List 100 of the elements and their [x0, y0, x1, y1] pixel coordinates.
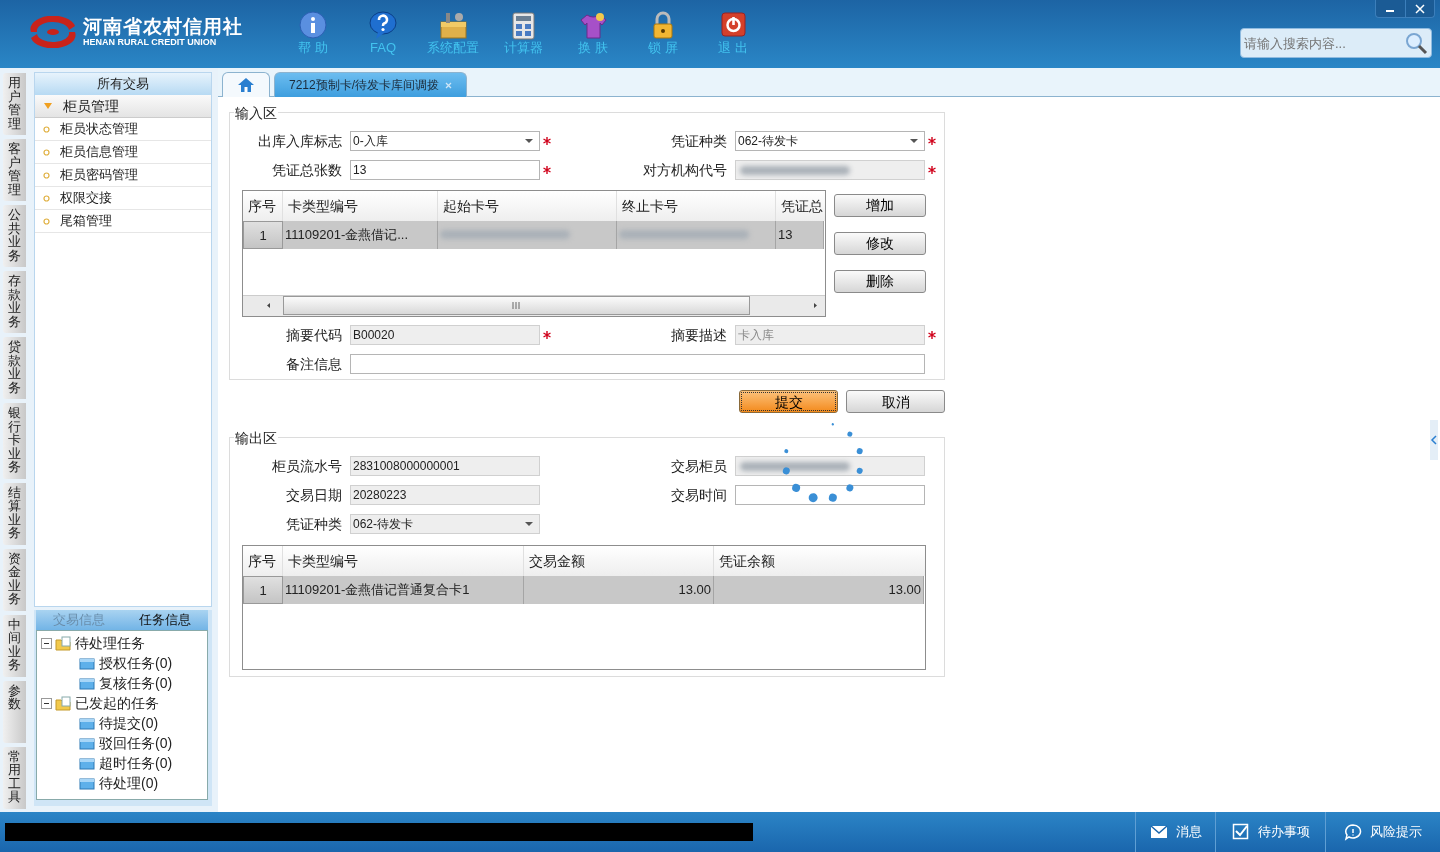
menu-item[interactable]: 柜员状态管理 [35, 118, 211, 141]
table-cell: 11109201-金燕借记... [283, 220, 438, 249]
table-cell: 13.00 [714, 575, 924, 604]
power-icon [718, 10, 748, 40]
search-field[interactable]: 请输入搜索内容... [1240, 28, 1432, 58]
scroll-grip-icon [512, 302, 521, 309]
tree-node[interactable]: 超时任务(0) [41, 753, 207, 773]
row-number[interactable]: 1 [243, 220, 283, 249]
side-tab[interactable]: 常用工具 [3, 746, 26, 809]
question-bubble-icon [368, 10, 398, 40]
field-label: 凭证总张数 [271, 160, 343, 180]
page-tab[interactable]: 7212预制卡/待发卡库间调拨 [274, 72, 468, 97]
bullet-icon [43, 217, 50, 225]
input-field[interactable]: 13 [350, 160, 540, 180]
tree-node[interactable]: 待提交(0) [41, 713, 207, 733]
table-cell: 13 [776, 220, 824, 249]
input-field[interactable] [350, 354, 925, 374]
folder-icon [79, 755, 95, 771]
logo-title: 河南省农村信用社 [83, 16, 243, 37]
column-header[interactable]: 终止卡号 [617, 190, 776, 221]
menu-item[interactable]: 尾箱管理 [35, 210, 211, 233]
tree-node[interactable]: 已发起的任务 [41, 693, 207, 713]
collapse-icon[interactable] [41, 697, 52, 709]
side-tab[interactable]: 银行卡业务 [3, 403, 26, 479]
field-label: 交易日期 [285, 485, 343, 505]
status-button[interactable]: 待办事项 [1215, 812, 1325, 852]
submit-button[interactable]: 提交 [739, 390, 838, 413]
bullet-icon [43, 148, 50, 156]
menu-item[interactable]: 柜员信息管理 [35, 141, 211, 164]
chat-bubble-icon [1344, 823, 1362, 841]
input-field[interactable] [735, 485, 925, 505]
shirt-icon [578, 10, 608, 40]
side-tab[interactable]: 中间业务 [3, 614, 26, 677]
folder-icon [55, 695, 71, 711]
side-tab[interactable]: 参数 [3, 680, 26, 743]
grid-button[interactable]: 增加 [834, 193, 926, 217]
tree-node[interactable]: 授权任务(0) [41, 653, 207, 673]
status-button[interactable]: 消息 [1135, 812, 1215, 852]
folder-icon [79, 775, 95, 791]
table-cell: 13.00 [524, 575, 714, 604]
envelope-icon [1149, 823, 1168, 841]
home-tab[interactable] [222, 72, 270, 97]
field-label: 摘要代码 [285, 325, 343, 345]
menu-item[interactable]: 柜员密码管理 [35, 164, 211, 187]
info-icon [298, 10, 328, 40]
tree-node[interactable]: 待处理(0) [41, 773, 207, 793]
toolbox-icon [438, 10, 468, 40]
folder-icon [79, 655, 95, 671]
tree-node[interactable]: 待处理任务 [41, 633, 207, 653]
panel-tab[interactable]: 任务信息 [122, 610, 208, 630]
menu-group[interactable]: 柜员管理 [35, 95, 211, 118]
side-tab[interactable]: 公共业务 [3, 205, 26, 267]
checkbox-icon [1231, 823, 1250, 841]
field-label: 柜员流水号 [271, 456, 343, 476]
column-header[interactable]: 卡类型编号 [283, 190, 438, 221]
table-cell: 11109201-金燕借记普通复合卡1 [283, 575, 524, 604]
collapse-icon[interactable] [41, 637, 52, 649]
menu-item[interactable]: 权限交接 [35, 187, 211, 210]
cancel-button[interactable]: 取消 [846, 390, 945, 413]
dropdown-caret-icon[interactable] [910, 138, 918, 144]
section-title: 输入区 [234, 105, 278, 121]
field-label: 交易时间 [670, 485, 728, 505]
row-number[interactable]: 1 [243, 575, 283, 604]
folder-icon [79, 735, 95, 751]
search-icon[interactable] [1404, 31, 1428, 55]
data-grid[interactable]: 序号 卡类型编号 起始卡号 终止卡号 凭证总 1 11109201-金燕借记... 13 [242, 189, 826, 317]
field-label: 摘要描述 [670, 325, 728, 345]
logo-subtitle: HENAN RURAL CREDIT UNION [83, 36, 218, 48]
status-button[interactable]: 风险提示 [1325, 812, 1440, 852]
horizontal-scrollbar[interactable] [243, 294, 825, 316]
column-header[interactable]: 交易金额 [524, 545, 714, 576]
side-tab[interactable]: 存款业务 [3, 271, 26, 333]
field-label: 交易柜员 [670, 456, 728, 476]
side-tab[interactable]: 贷款业务 [3, 337, 26, 399]
bullet-icon [43, 194, 50, 202]
panel-header: 所有交易 [35, 73, 211, 95]
column-header[interactable]: 凭证余额 [714, 545, 924, 576]
column-header[interactable]: 序号 [243, 190, 283, 221]
column-header[interactable]: 起始卡号 [438, 190, 617, 221]
dropdown[interactable]: 0-入库 [350, 131, 540, 151]
column-header[interactable]: 序号 [243, 545, 283, 576]
side-tab[interactable]: 用户管理 [3, 73, 26, 135]
tree-node[interactable]: 驳回任务(0) [41, 733, 207, 753]
dropdown[interactable]: 062-待发卡 [735, 131, 925, 151]
section-title: 输出区 [234, 430, 278, 446]
field-label: 对方机构代号 [642, 160, 728, 180]
grid-button[interactable]: 修改 [834, 231, 926, 255]
tree-node[interactable]: 复核任务(0) [41, 673, 207, 693]
field-label: 出库入库标志 [257, 131, 343, 151]
data-grid[interactable]: 序号 卡类型编号 交易金额 凭证余额 1 11109201-金燕借记普通复合卡1 13.00 13.00 [242, 544, 926, 670]
side-tab[interactable]: 结算业务 [3, 482, 26, 545]
column-header[interactable]: 凭证总 [776, 190, 824, 221]
collapse-handle-icon[interactable] [1430, 420, 1438, 460]
bullet-icon [43, 125, 50, 133]
column-header[interactable]: 卡类型编号 [283, 545, 524, 576]
side-tab[interactable]: 客户管理 [3, 139, 26, 201]
dropdown-caret-icon[interactable] [525, 138, 533, 144]
grid-button[interactable]: 删除 [834, 269, 926, 293]
home-icon [237, 77, 255, 93]
side-tab[interactable]: 资金业务 [3, 548, 26, 611]
